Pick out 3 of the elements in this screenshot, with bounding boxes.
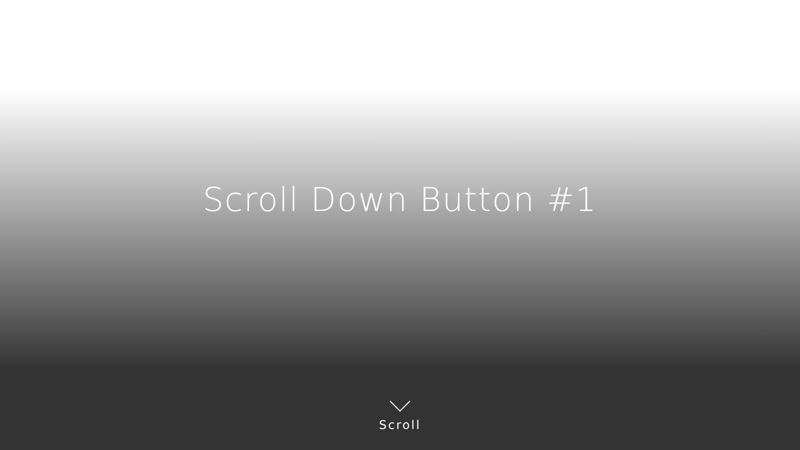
page-heading: Scroll Down Button #1 [202,180,598,220]
chevron-down-icon [389,400,411,412]
scroll-down-link[interactable]: Scroll [379,400,421,434]
